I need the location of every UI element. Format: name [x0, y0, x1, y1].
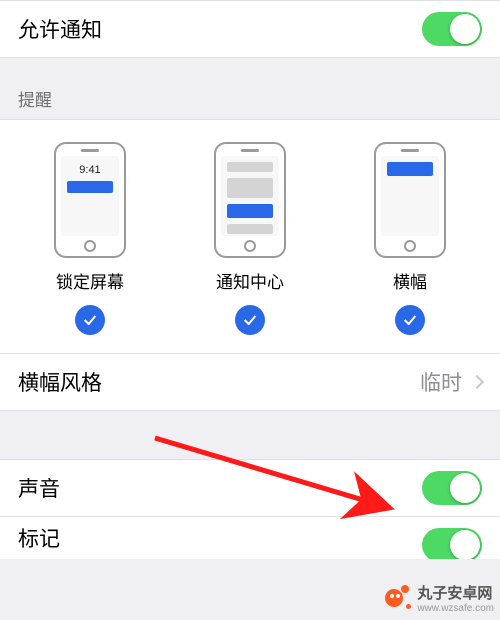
lock-screen-time: 9:41: [79, 164, 100, 176]
preview-notification-center-check-icon[interactable]: [235, 305, 265, 335]
alerts-section-header: 提醒: [0, 58, 500, 119]
sounds-row[interactable]: 声音: [0, 459, 500, 517]
watermark-url: www.wzsafe.com: [417, 603, 494, 614]
banner-style-row[interactable]: 横幅风格 临时: [0, 353, 500, 411]
preview-notification-center-label: 通知中心: [216, 268, 284, 293]
banner-style-value: 临时: [420, 367, 462, 397]
allow-notifications-toggle[interactable]: [422, 12, 482, 46]
badges-toggle[interactable]: [422, 528, 482, 559]
chevron-right-icon: [470, 375, 484, 389]
badges-row[interactable]: 标记: [0, 517, 500, 559]
preview-banners-label: 横幅: [393, 268, 427, 293]
preview-lock-screen-label: 锁定屏幕: [56, 268, 124, 293]
allow-notifications-row[interactable]: 允许通知: [0, 0, 500, 58]
banners-phone-icon: [374, 142, 446, 258]
preview-banners-check-icon[interactable]: [395, 305, 425, 335]
notification-center-phone-icon: [214, 142, 286, 258]
alerts-panel: 9:41 锁定屏幕 通知中心: [0, 119, 500, 354]
allow-notifications-label: 允许通知: [18, 14, 102, 44]
watermark-logo-icon: [385, 585, 411, 611]
sounds-toggle[interactable]: [422, 471, 482, 505]
banner-style-label: 横幅风格: [18, 367, 102, 397]
lock-screen-phone-icon: 9:41: [54, 142, 126, 258]
preview-lock-screen-check-icon[interactable]: [75, 305, 105, 335]
badges-label: 标记: [18, 523, 60, 553]
sounds-label: 声音: [18, 473, 60, 503]
preview-lock-screen[interactable]: 9:41 锁定屏幕: [11, 142, 169, 335]
watermark: 丸子安卓网 www.wzsafe.com: [385, 582, 494, 614]
watermark-text: 丸子安卓网: [417, 582, 494, 603]
preview-notification-center[interactable]: 通知中心: [171, 142, 329, 335]
preview-banners[interactable]: 横幅: [331, 142, 489, 335]
